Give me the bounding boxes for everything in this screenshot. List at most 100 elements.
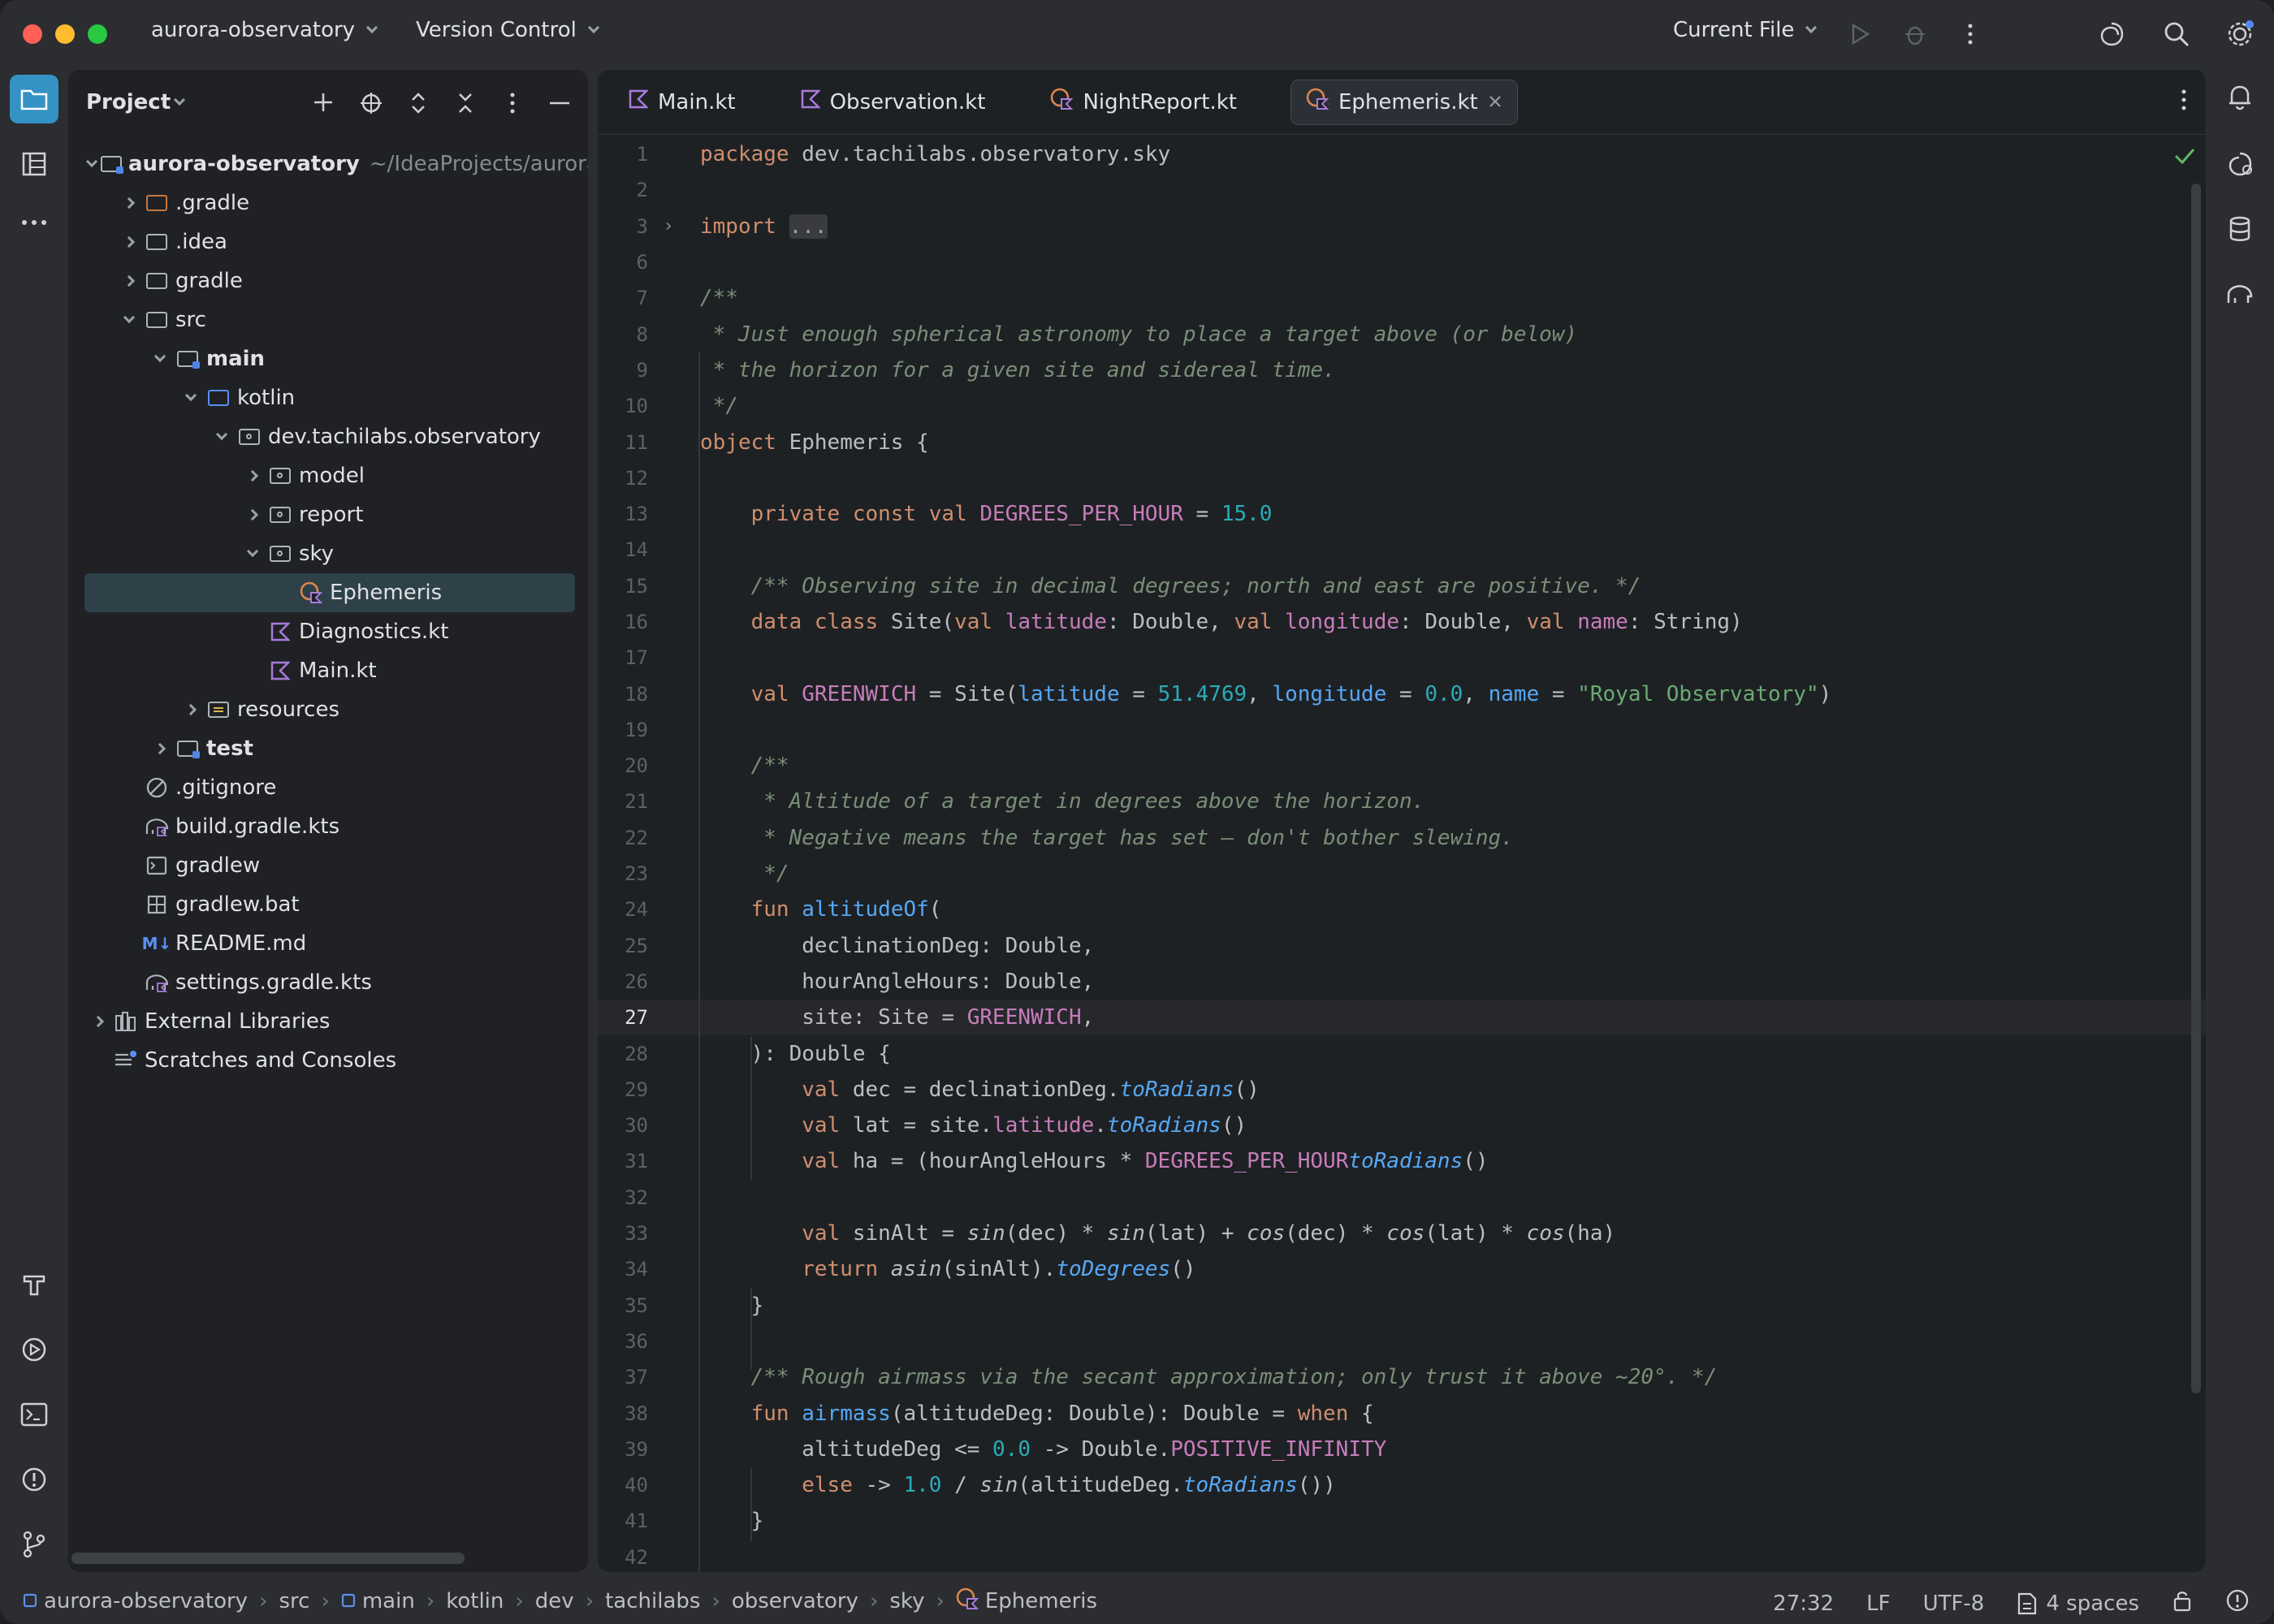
line-separator[interactable]: LF bbox=[1866, 1592, 1890, 1616]
chevron-right-icon[interactable] bbox=[119, 192, 140, 214]
code-line[interactable]: 41 } bbox=[598, 1503, 2206, 1539]
code-line[interactable]: 8 * Just enough spherical astronomy to p… bbox=[598, 316, 2206, 352]
breadcrumb-item[interactable]: aurora-observatory bbox=[23, 1589, 248, 1613]
code-area[interactable]: 1 package dev.tachilabs.observatory.sky 2 3… bbox=[598, 136, 2206, 1572]
tab-options-icon[interactable] bbox=[2180, 88, 2188, 115]
ai-assistant-icon[interactable] bbox=[2095, 18, 2128, 50]
chevron-right-icon[interactable] bbox=[242, 465, 263, 486]
code-line[interactable]: 35 } bbox=[598, 1288, 2206, 1324]
chevron-right-icon[interactable] bbox=[149, 738, 171, 759]
chevron-right-icon[interactable] bbox=[180, 699, 201, 720]
code-line[interactable]: 10 */ bbox=[598, 388, 2206, 424]
code-line[interactable]: 36 bbox=[598, 1324, 2206, 1359]
caret-position[interactable]: 27:32 bbox=[1773, 1592, 1834, 1616]
tree-item[interactable]: Ephemeris bbox=[84, 573, 575, 612]
file-encoding[interactable]: UTF-8 bbox=[1923, 1592, 1985, 1616]
tab-nightreport-kt[interactable]: NightReport.kt bbox=[1035, 80, 1252, 125]
close-tab-icon[interactable] bbox=[1488, 90, 1502, 114]
code-line[interactable]: 34 return asin(sinAlt).toDegrees() bbox=[598, 1251, 2206, 1287]
code-line[interactable]: 7 /** bbox=[598, 280, 2206, 316]
tab-observation-kt[interactable]: Observation.kt bbox=[786, 80, 1001, 125]
collapse-all-icon[interactable] bbox=[450, 88, 481, 119]
read-only-lock-icon[interactable] bbox=[2172, 1589, 2193, 1618]
structure-icon[interactable] bbox=[10, 140, 58, 188]
code-line[interactable]: 39 altitudeDeg <= 0.0 -> Double.POSITIVE… bbox=[598, 1432, 2206, 1467]
tree-item[interactable]: Scratches and Consoles bbox=[68, 1041, 588, 1080]
tree-item[interactable]: sky bbox=[68, 534, 588, 573]
tree-item[interactable]: M↓ README.md bbox=[68, 924, 588, 963]
more-actions-icon[interactable] bbox=[1954, 18, 1987, 50]
code-line[interactable]: 42 bbox=[598, 1540, 2206, 1572]
project-tool-folder-icon[interactable] bbox=[10, 75, 58, 123]
debug-icon[interactable] bbox=[1899, 18, 1931, 50]
code-line[interactable]: 27 site: Site = GREENWICH, bbox=[598, 1000, 2206, 1036]
tree-item[interactable]: model bbox=[68, 456, 588, 495]
tree-item[interactable]: .gradle bbox=[68, 184, 588, 222]
code-line[interactable]: 11 object Ephemeris { bbox=[598, 424, 2206, 460]
hide-panel-minus-icon[interactable] bbox=[544, 88, 575, 119]
run-tool-icon[interactable] bbox=[10, 1325, 58, 1374]
code-line[interactable]: 24 fun altitudeOf( bbox=[598, 892, 2206, 927]
code-line[interactable]: 3 › import ... bbox=[598, 209, 2206, 244]
tab-main-kt[interactable]: Main.kt bbox=[614, 80, 750, 125]
tree-item[interactable]: .gitignore bbox=[68, 768, 588, 807]
tree-item[interactable]: main bbox=[68, 339, 588, 378]
tree-item[interactable]: report bbox=[68, 495, 588, 534]
tree-item[interactable]: gradlew.bat bbox=[68, 885, 588, 924]
chevron-down-icon[interactable] bbox=[85, 153, 98, 175]
code-line[interactable]: 6 bbox=[598, 244, 2206, 280]
tree-item[interactable]: External Libraries bbox=[68, 1002, 588, 1041]
code-line[interactable]: 16 data class Site(val latitude: Double,… bbox=[598, 604, 2206, 640]
code-line[interactable]: 30 val lat = site.latitude.toRadians() bbox=[598, 1108, 2206, 1143]
breadcrumb-item[interactable]: main bbox=[341, 1589, 415, 1613]
tree-item[interactable]: gradle bbox=[68, 261, 588, 300]
tree-item[interactable]: src bbox=[68, 300, 588, 339]
git-branch-icon[interactable] bbox=[10, 1520, 58, 1569]
breadcrumb-item[interactable]: Ephemeris bbox=[956, 1587, 1097, 1616]
code-line[interactable]: 21 * Altitude of a target in degrees abo… bbox=[598, 784, 2206, 819]
inspections-warning-icon[interactable] bbox=[2225, 1588, 2250, 1618]
code-line[interactable]: 19 bbox=[598, 712, 2206, 748]
project-selector[interactable]: aurora-observatory bbox=[151, 18, 378, 42]
code-line[interactable]: 9 * the horizon for a given site and sid… bbox=[598, 352, 2206, 388]
chevron-right-icon[interactable] bbox=[119, 270, 140, 292]
chevron-down-icon[interactable] bbox=[119, 309, 140, 330]
gradle-elephant-icon[interactable] bbox=[2216, 270, 2264, 318]
locate-file-crosshair-icon[interactable] bbox=[356, 88, 387, 119]
code-line[interactable]: 29 val dec = declinationDeg.toRadians() bbox=[598, 1072, 2206, 1108]
tree-item[interactable]: aurora-observatory ~/IdeaProjects/aurora- bbox=[68, 145, 588, 184]
breadcrumb-item[interactable]: src bbox=[279, 1589, 309, 1613]
tree-item[interactable]: Main.kt bbox=[68, 651, 588, 690]
ai-chat-icon[interactable] bbox=[2216, 140, 2264, 188]
new-file-plus-icon[interactable] bbox=[309, 88, 339, 119]
code-line[interactable]: 31 val ha = (hourAngleHours * DEGREES_PE… bbox=[598, 1143, 2206, 1179]
code-line[interactable]: 38 fun airmass(altitudeDeg: Double): Dou… bbox=[598, 1395, 2206, 1431]
vcs-menu[interactable]: Version Control bbox=[416, 18, 599, 42]
minimize-window-button[interactable] bbox=[55, 24, 75, 44]
breadcrumb-item[interactable]: tachilabs bbox=[605, 1589, 700, 1613]
chevron-down-icon[interactable] bbox=[180, 387, 201, 408]
run-icon[interactable] bbox=[1844, 18, 1876, 50]
search-icon[interactable] bbox=[2160, 18, 2193, 50]
notifications-bell-icon[interactable] bbox=[2216, 73, 2264, 122]
code-line[interactable]: 22 * Negative means the target has set —… bbox=[598, 820, 2206, 856]
tree-item[interactable]: settings.gradle.kts bbox=[68, 963, 588, 1002]
database-icon[interactable] bbox=[2216, 205, 2264, 253]
code-line[interactable]: 33 val sinAlt = sin(dec) * sin(lat) + co… bbox=[598, 1216, 2206, 1251]
settings-gear-icon[interactable] bbox=[2224, 18, 2256, 50]
code-line[interactable]: 25 declinationDeg: Double, bbox=[598, 928, 2206, 964]
terminal-icon[interactable] bbox=[10, 1390, 58, 1439]
code-line[interactable]: 13 private const val DEGREES_PER_HOUR = … bbox=[598, 496, 2206, 532]
tree-item[interactable]: test bbox=[68, 729, 588, 768]
tree-item[interactable]: Diagnostics.kt bbox=[68, 612, 588, 651]
tree-item[interactable]: gradlew bbox=[68, 846, 588, 885]
horizontal-scrollbar[interactable] bbox=[71, 1553, 465, 1564]
fold-chevron-icon[interactable]: › bbox=[656, 216, 681, 236]
code-line[interactable]: 17 bbox=[598, 640, 2206, 676]
problems-icon[interactable] bbox=[10, 1455, 58, 1504]
zoom-window-button[interactable] bbox=[88, 24, 107, 44]
chevron-down-icon[interactable] bbox=[242, 543, 263, 564]
build-hammer-icon[interactable] bbox=[10, 1260, 58, 1309]
code-line[interactable]: 1 package dev.tachilabs.observatory.sky bbox=[598, 136, 2206, 172]
breadcrumb-item[interactable]: kotlin bbox=[446, 1589, 504, 1613]
